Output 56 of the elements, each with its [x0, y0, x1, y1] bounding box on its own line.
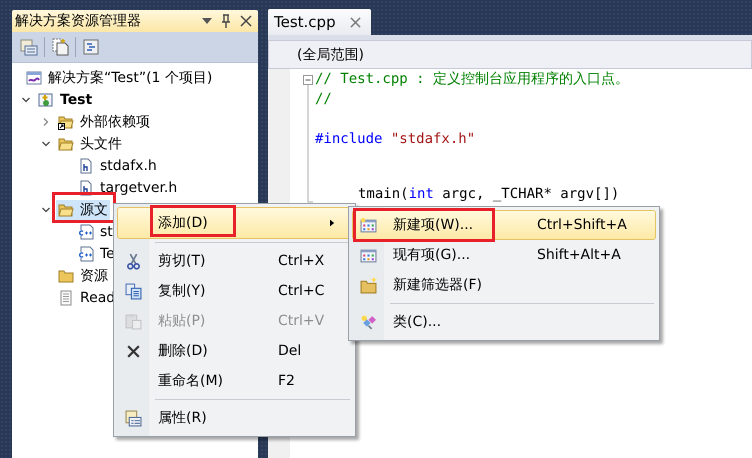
code-line: #include "stdafx.h"	[315, 131, 476, 147]
menu-item[interactable]: 重命名(M) F2	[117, 366, 352, 396]
shortcut-folder-icon	[58, 114, 74, 130]
project-icon	[38, 92, 54, 108]
menu-item[interactable]: 属性(R)	[117, 403, 352, 433]
expand-chevron-icon[interactable]	[41, 117, 51, 127]
tree-item[interactable]: targetver.h	[76, 178, 180, 198]
close-icon[interactable]	[350, 16, 361, 28]
copy-icon	[124, 282, 142, 300]
menu-item[interactable]: 现有项(G)... Shift+Alt+A	[352, 240, 656, 270]
folder-icon	[58, 268, 74, 284]
tree-item[interactable]: Test	[36, 90, 94, 110]
scissors-icon	[124, 252, 142, 270]
delete-icon	[124, 342, 142, 360]
close-icon[interactable]	[240, 15, 252, 27]
tree-item[interactable]: 资源	[56, 266, 110, 286]
tree-item[interactable]: 外部依赖项	[56, 112, 152, 132]
menu-item[interactable]: 类(C)...	[352, 307, 656, 337]
menu-item[interactable]: 新建筛选器(F)	[352, 270, 656, 300]
show-all-files-icon[interactable]	[51, 38, 69, 56]
class-icon	[360, 314, 376, 330]
menu-item[interactable]: 新建项(W)... Ctrl+Shift+A	[352, 210, 656, 240]
tree-item[interactable]: st	[76, 222, 115, 242]
cpp-file-icon	[78, 246, 94, 262]
menu-item[interactable]: 剪切(T) Ctrl+X	[117, 246, 352, 276]
cpp-file-icon	[78, 224, 94, 240]
properties-icon[interactable]	[20, 38, 38, 56]
solution-icon	[26, 70, 42, 86]
view-code-icon[interactable]	[82, 38, 100, 56]
collapse-chevron-icon[interactable]	[41, 205, 51, 215]
folder-star-icon	[360, 276, 376, 294]
code-line: // Test.cpp : 定义控制台应用程序的入口点。	[315, 70, 630, 88]
header-file-icon	[78, 158, 94, 174]
menu-item[interactable]: 删除(D) Del	[117, 336, 352, 366]
clipboard-icon	[124, 312, 142, 330]
pin-icon[interactable]	[221, 14, 231, 28]
tree-item[interactable]: 头文件	[56, 134, 124, 154]
existing-item-icon	[360, 246, 376, 264]
tree-item[interactable]: stdafx.h	[76, 156, 159, 176]
menu-item[interactable]: 复制(Y) Ctrl+C	[117, 276, 352, 306]
tree-item[interactable]: 解决方案“Test”(1 个项目)	[24, 68, 214, 88]
open-folder-icon	[58, 136, 74, 152]
document-tab[interactable]: Test.cpp	[268, 9, 371, 35]
collapse-chevron-icon[interactable]	[41, 139, 51, 149]
code-line: //	[315, 91, 332, 107]
open-folder-icon	[58, 202, 74, 218]
collapse-chevron-icon[interactable]	[21, 95, 31, 105]
tree-item[interactable]: 源文	[56, 200, 110, 220]
new-item-icon	[360, 216, 376, 234]
properties-icon	[124, 410, 142, 426]
panel-title: 解决方案资源管理器	[15, 12, 141, 30]
text-file-icon	[58, 290, 74, 306]
code-line: tmain(int argc, _TCHAR* argv[])	[358, 186, 620, 202]
scope-dropdown[interactable]: (全局范围)	[268, 40, 752, 69]
dropdown-icon[interactable]	[202, 18, 212, 24]
collapse-outline-icon[interactable]	[302, 74, 314, 204]
